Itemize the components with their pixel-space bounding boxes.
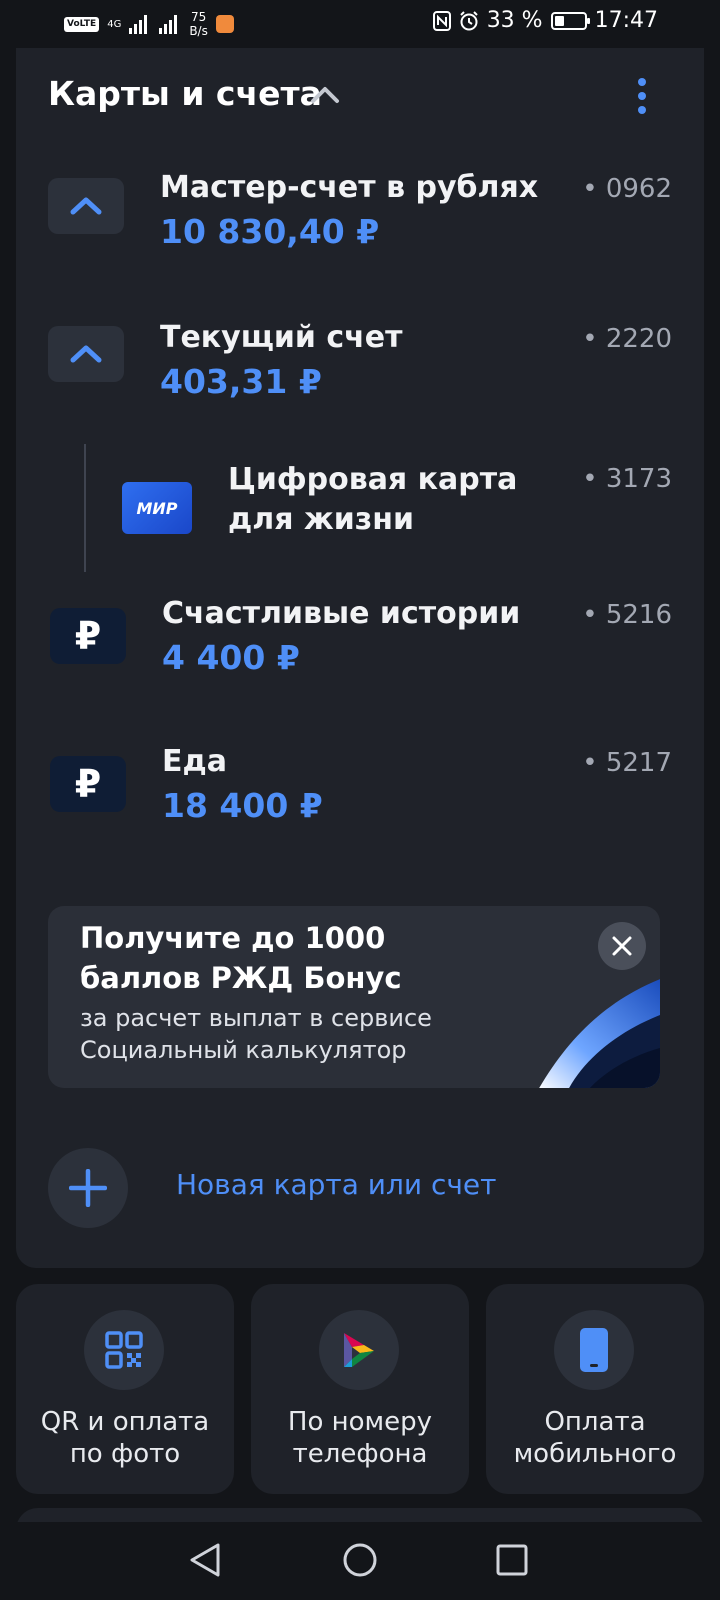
- account-name: Счастливые истории: [162, 596, 521, 631]
- action-label: Оплата мобильного: [513, 1407, 677, 1469]
- status-right: 33 % 17:47: [432, 8, 658, 33]
- speed-value: 75: [190, 10, 207, 24]
- account-expand-button[interactable]: [48, 178, 124, 234]
- status-left: VoLTE 4G 75 B/s: [64, 10, 234, 38]
- account-balance: 4 400 ₽: [162, 638, 300, 677]
- action-label: По номеру телефона: [287, 1407, 433, 1469]
- account-number: • 5217: [582, 748, 672, 778]
- account-number: • 0962: [582, 174, 672, 204]
- promo-title: Получите до 1000 баллов РЖД Бонус: [80, 921, 402, 995]
- network-speed: 75 B/s: [189, 10, 208, 38]
- system-navigation-bar: [0, 1522, 720, 1600]
- qr-payment-button[interactable]: QR и оплата по фото: [16, 1284, 234, 1494]
- account-balance: 18 400 ₽: [162, 786, 323, 825]
- recents-icon[interactable]: [492, 1540, 532, 1580]
- account-balance: 403,31 ₽: [160, 362, 322, 401]
- action-icon-container: [84, 1310, 164, 1390]
- account-name: Текущий счет: [160, 320, 403, 355]
- ruble-icon: ₽: [50, 608, 126, 664]
- account-balance: 10 830,40 ₽: [160, 212, 380, 251]
- action-icon-container: [319, 1310, 399, 1390]
- account-row[interactable]: Мастер-счет в рублях 10 830,40 ₽ • 0962: [16, 168, 704, 268]
- account-number: • 5216: [582, 600, 672, 630]
- collapse-chevron-icon[interactable]: [308, 78, 342, 112]
- mobile-phone-icon: [580, 1328, 608, 1372]
- back-icon[interactable]: [186, 1540, 226, 1580]
- more-options-icon[interactable]: [636, 78, 648, 114]
- app-notification-icon: [215, 15, 234, 33]
- speed-unit: B/s: [189, 24, 208, 38]
- action-label: QR и оплата по фото: [40, 1407, 210, 1469]
- account-expand-button[interactable]: [48, 326, 124, 382]
- volte-badge: VoLTE: [64, 16, 100, 32]
- add-icon-container: [48, 1148, 128, 1228]
- promo-banner[interactable]: Получите до 1000 баллов РЖД Бонус за рас…: [48, 906, 660, 1088]
- mir-card-icon: МИР: [122, 482, 192, 534]
- qr-code-icon: [105, 1331, 143, 1369]
- battery-level: [554, 15, 564, 26]
- mobile-payment-button[interactable]: Оплата мобильного: [486, 1284, 704, 1494]
- battery-percent: 33 %: [486, 8, 543, 33]
- phone-transfer-button[interactable]: По номеру телефона: [251, 1284, 469, 1494]
- account-row[interactable]: ₽ Счастливые истории 4 400 ₽ • 5216: [16, 594, 704, 694]
- account-number: • 2220: [582, 324, 672, 354]
- alarm-icon: [459, 10, 478, 30]
- account-row[interactable]: Текущий счет 403,31 ₽ • 2220: [16, 318, 704, 418]
- section-title[interactable]: Карты и счета: [48, 74, 322, 113]
- chevron-up-icon: [70, 345, 102, 363]
- account-name: Мастер-счет в рублях: [160, 170, 539, 205]
- card-brand: МИР: [136, 498, 178, 518]
- sbp-transfer-icon: [344, 1333, 374, 1367]
- card-number: • 3173: [582, 464, 672, 494]
- nfc-icon: [432, 10, 451, 31]
- add-card-label: Новая карта или счет: [176, 1168, 497, 1201]
- battery-icon: [550, 11, 590, 30]
- ruble-icon: ₽: [50, 756, 126, 812]
- close-promo-button[interactable]: [598, 922, 646, 970]
- chevron-up-icon: [70, 197, 102, 215]
- plus-icon: [69, 1169, 107, 1207]
- close-icon: [612, 936, 632, 956]
- home-icon[interactable]: [340, 1540, 380, 1580]
- status-bar: VoLTE 4G 75 B/s 33 % 17:47: [0, 0, 720, 48]
- signal-icon: [159, 15, 178, 34]
- promo-subtitle: за расчет выплат в сервисе Социальный ка…: [80, 1004, 432, 1064]
- promo-illustration: [539, 979, 660, 1088]
- card-name: Цифровая карта для жизни: [228, 462, 518, 537]
- cards-and-accounts-panel: Карты и счета Мастер-счет в рублях 10 83…: [16, 48, 704, 1268]
- signal-icon: [129, 15, 148, 34]
- account-name: Еда: [162, 744, 227, 779]
- action-icon-container: [554, 1310, 634, 1390]
- clock: 17:47: [594, 8, 658, 33]
- card-row[interactable]: МИР Цифровая карта для жизни • 3173: [16, 448, 704, 578]
- network-type: 4G: [107, 18, 122, 30]
- account-row[interactable]: ₽ Еда 18 400 ₽ • 5217: [16, 742, 704, 842]
- screen: VoLTE 4G 75 B/s 33 % 17:47 Карты и счета…: [0, 0, 720, 1600]
